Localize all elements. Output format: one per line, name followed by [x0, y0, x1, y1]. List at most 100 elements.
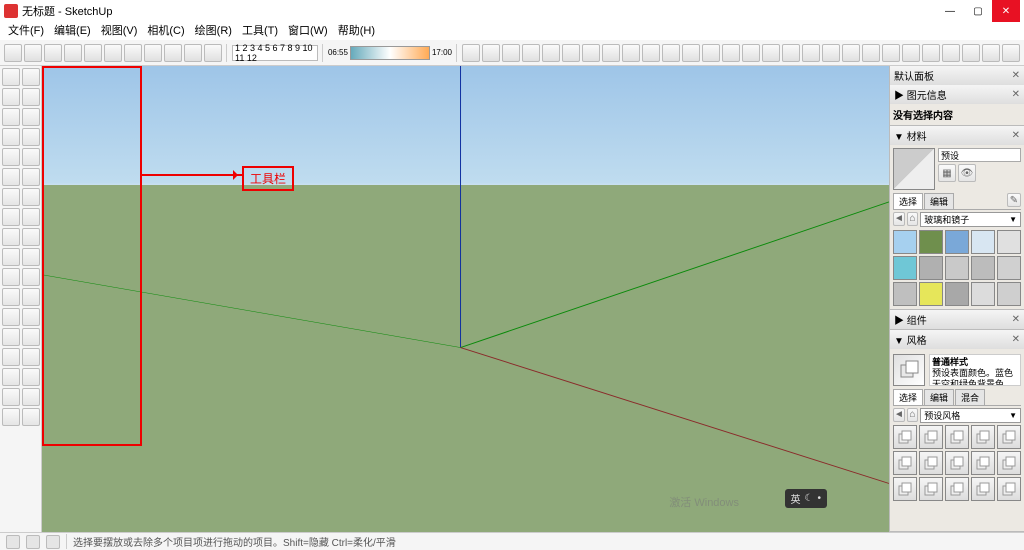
- ime-indicator[interactable]: 英 ☾ •: [785, 489, 827, 508]
- text-icon[interactable]: [2, 248, 20, 266]
- arc-icon[interactable]: [2, 148, 20, 166]
- entity-info-header[interactable]: ▶ 图元信息 ✕: [890, 85, 1024, 104]
- top-icon[interactable]: [482, 44, 500, 62]
- look-icon[interactable]: [722, 44, 740, 62]
- pos-cam-icon[interactable]: [862, 44, 880, 62]
- create-material-icon[interactable]: ▦: [938, 164, 956, 182]
- delete-icon[interactable]: [124, 44, 142, 62]
- share-icon[interactable]: [982, 44, 1000, 62]
- mono-icon[interactable]: [682, 44, 700, 62]
- credits-icon[interactable]: [46, 535, 60, 549]
- hidden-line-icon[interactable]: [622, 44, 640, 62]
- save-icon[interactable]: [44, 44, 62, 62]
- style-thumb[interactable]: [945, 425, 969, 449]
- materials-tab-select[interactable]: 选择: [893, 193, 923, 209]
- style-thumb[interactable]: [971, 477, 995, 501]
- copy-icon[interactable]: [84, 44, 102, 62]
- cut-icon[interactable]: [64, 44, 82, 62]
- open-icon[interactable]: [24, 44, 42, 62]
- style-thumb[interactable]: [997, 425, 1021, 449]
- components-header[interactable]: ▶ 组件 ✕: [890, 310, 1024, 329]
- material-swatch[interactable]: [945, 230, 969, 254]
- paste-icon[interactable]: [104, 44, 122, 62]
- walk-tool-icon[interactable]: [2, 368, 20, 386]
- panel-close-icon[interactable]: ✕: [1012, 334, 1020, 345]
- menu-edit[interactable]: 编辑(E): [50, 22, 95, 40]
- minimize-button[interactable]: —: [936, 0, 964, 22]
- styles-tab-select[interactable]: 选择: [893, 389, 923, 405]
- zoom-extents-icon[interactable]: [22, 328, 40, 346]
- followme-icon[interactable]: [22, 168, 40, 186]
- style-thumb[interactable]: [919, 425, 943, 449]
- panel-close-icon[interactable]: ✕: [1012, 130, 1020, 141]
- geo-icon[interactable]: [26, 535, 40, 549]
- left-icon[interactable]: [562, 44, 580, 62]
- style-thumb[interactable]: [893, 451, 917, 475]
- materials-home-icon[interactable]: ⌂: [907, 212, 918, 226]
- material-swatch[interactable]: [919, 256, 943, 280]
- look-around-icon[interactable]: [22, 348, 40, 366]
- iso-icon[interactable]: [462, 44, 480, 62]
- sample-icon[interactable]: [2, 408, 20, 426]
- lasso-icon[interactable]: [22, 68, 40, 86]
- styles-header[interactable]: ▼ 风格 ✕: [890, 330, 1024, 349]
- menu-camera[interactable]: 相机(C): [143, 22, 188, 40]
- scale-icon[interactable]: [22, 208, 40, 226]
- close-button[interactable]: ✕: [992, 0, 1020, 22]
- protractor-icon[interactable]: [22, 228, 40, 246]
- pan-icon[interactable]: [742, 44, 760, 62]
- styles-tab-edit[interactable]: 编辑: [924, 389, 954, 405]
- menu-view[interactable]: 视图(V): [97, 22, 142, 40]
- circle-icon[interactable]: [2, 128, 20, 146]
- material-swatch[interactable]: [893, 230, 917, 254]
- material-swatch[interactable]: [893, 282, 917, 306]
- add-loc-icon[interactable]: [902, 44, 920, 62]
- style-thumb[interactable]: [971, 425, 995, 449]
- dim-icon[interactable]: [2, 268, 20, 286]
- material-swatch[interactable]: [971, 230, 995, 254]
- eraser-icon[interactable]: [22, 388, 40, 406]
- front-icon[interactable]: [502, 44, 520, 62]
- pan-tool-icon[interactable]: [2, 308, 20, 326]
- rect-icon[interactable]: [2, 108, 20, 126]
- material-name-input[interactable]: [938, 148, 1021, 162]
- right-icon[interactable]: [522, 44, 540, 62]
- menu-help[interactable]: 帮助(H): [334, 22, 379, 40]
- section-tool-icon[interactable]: [2, 288, 20, 306]
- sandbox-icon[interactable]: [22, 368, 40, 386]
- material-swatch[interactable]: [893, 256, 917, 280]
- tray-pin-icon[interactable]: ✕: [1012, 70, 1020, 81]
- print-icon[interactable]: [184, 44, 202, 62]
- zoom-ext-icon[interactable]: [802, 44, 820, 62]
- scenes-tabs[interactable]: 1 2 3 4 5 6 7 8 9 10 11 12: [232, 45, 318, 61]
- styles-tab-mix[interactable]: 混合: [955, 389, 985, 405]
- zoom-win-icon[interactable]: [782, 44, 800, 62]
- help-icon[interactable]: [6, 535, 20, 549]
- prev-icon[interactable]: [822, 44, 840, 62]
- panel-close-icon[interactable]: ✕: [1012, 314, 1020, 325]
- sample-material-icon[interactable]: 👁: [958, 164, 976, 182]
- freehand-icon[interactable]: [22, 88, 40, 106]
- style-thumb[interactable]: [893, 477, 917, 501]
- 3dwh-icon[interactable]: [942, 44, 960, 62]
- styles-back-icon[interactable]: ◄: [893, 408, 905, 422]
- zoom-icon[interactable]: [762, 44, 780, 62]
- shadow-time-slider[interactable]: [350, 46, 430, 60]
- select-icon[interactable]: [2, 68, 20, 86]
- style-thumb[interactable]: [893, 425, 917, 449]
- shaded-tex-icon[interactable]: [662, 44, 680, 62]
- model-info-icon[interactable]: [204, 44, 222, 62]
- tray-header[interactable]: 默认面板 ✕: [890, 66, 1024, 85]
- position-cam-icon[interactable]: [2, 348, 20, 366]
- material-swatch[interactable]: [919, 230, 943, 254]
- push-icon[interactable]: [2, 168, 20, 186]
- paint-icon[interactable]: [2, 388, 20, 406]
- new-icon[interactable]: [4, 44, 22, 62]
- offset-icon[interactable]: [2, 188, 20, 206]
- material-preview-swatch[interactable]: [893, 148, 935, 190]
- tape-icon[interactable]: [2, 228, 20, 246]
- style-thumb[interactable]: [945, 477, 969, 501]
- rotate-icon[interactable]: [2, 208, 20, 226]
- material-swatch[interactable]: [997, 256, 1021, 280]
- material-swatch[interactable]: [997, 282, 1021, 306]
